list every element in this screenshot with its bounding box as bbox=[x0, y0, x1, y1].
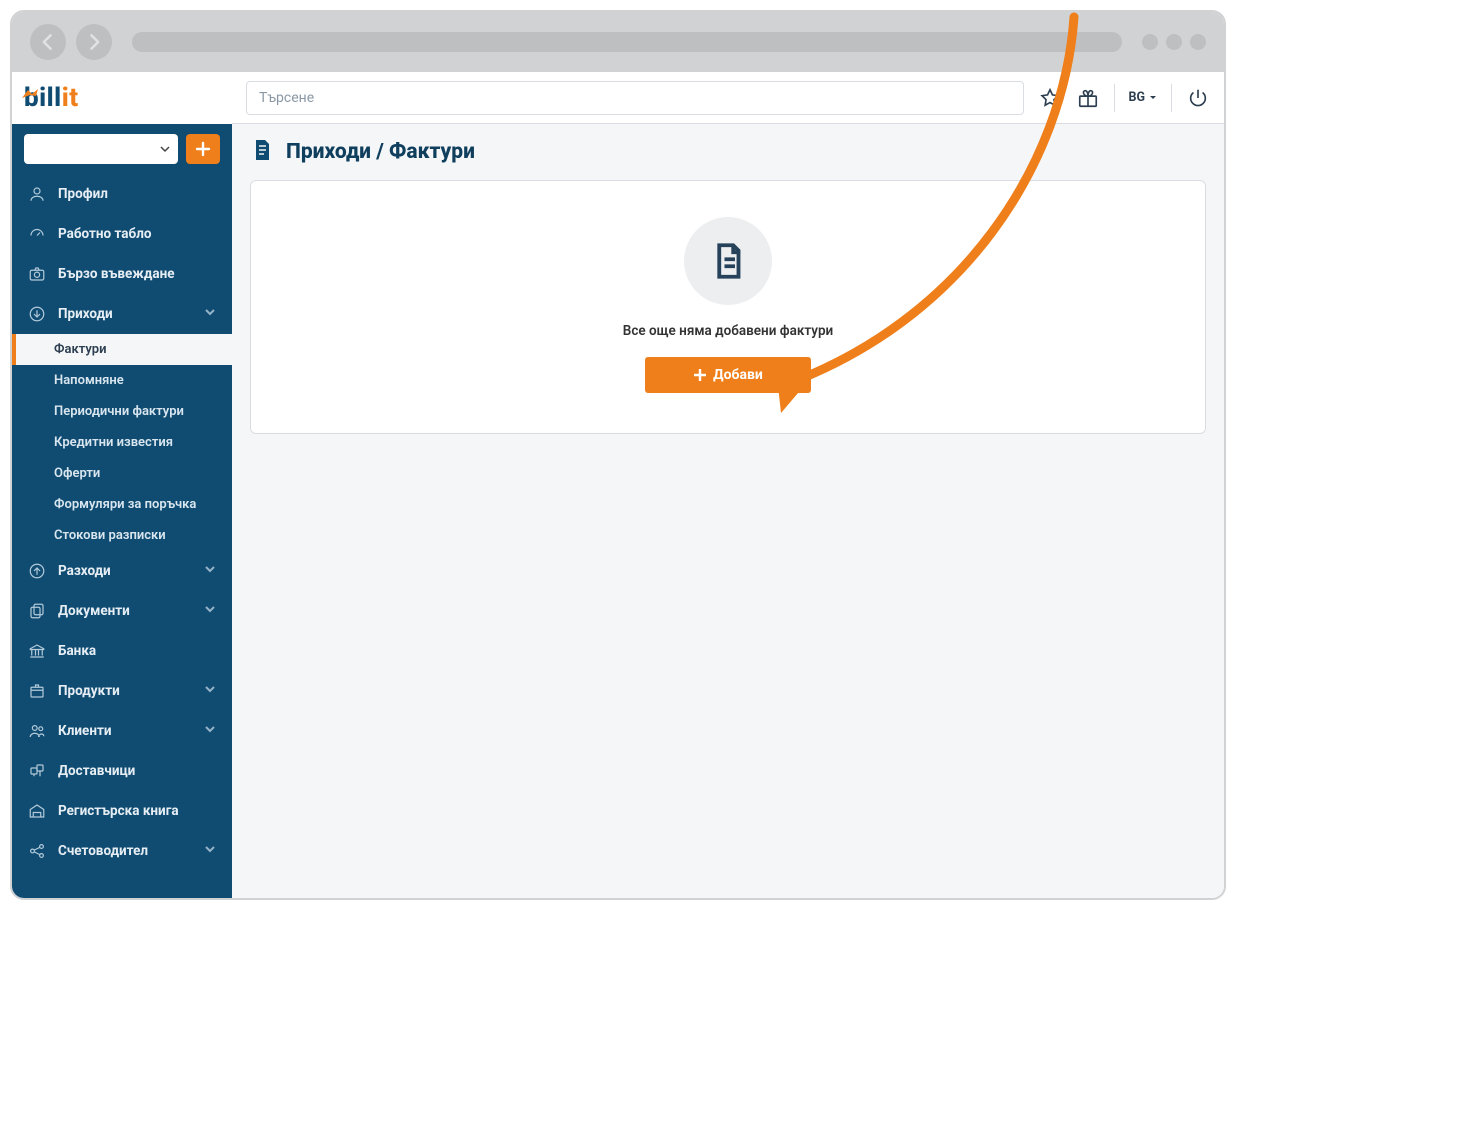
package-icon bbox=[28, 682, 46, 700]
browser-window-controls bbox=[1142, 34, 1206, 50]
company-select[interactable] bbox=[24, 134, 178, 164]
sub-item-credit-notes[interactable]: Кредитни известия bbox=[12, 427, 232, 458]
copy-icon bbox=[28, 602, 46, 620]
nav-item-products[interactable]: Продукти bbox=[12, 671, 232, 711]
nav-item-expenses[interactable]: Разходи bbox=[12, 551, 232, 591]
arrow-up-circle-icon bbox=[28, 562, 46, 580]
nav-label: Профил bbox=[58, 186, 108, 202]
share-icon bbox=[28, 842, 46, 860]
logo-text-ill: ill bbox=[39, 83, 62, 113]
caret-down-icon bbox=[1149, 94, 1157, 102]
search-input[interactable] bbox=[246, 81, 1024, 115]
page-title: Приходи / Фактури bbox=[286, 140, 475, 164]
users-icon bbox=[28, 722, 46, 740]
chevron-down-icon bbox=[204, 723, 216, 739]
nav-item-profile[interactable]: Профил bbox=[12, 174, 232, 214]
empty-state-card: Все още няма добавени фактури Добави bbox=[250, 180, 1206, 434]
nav-label: Документи bbox=[58, 603, 130, 619]
add-button[interactable] bbox=[186, 134, 220, 164]
browser-url-bar[interactable] bbox=[132, 32, 1122, 52]
nav-list: Профил Работно табло Бързо въвеждане При… bbox=[12, 174, 232, 871]
warehouse-icon bbox=[28, 802, 46, 820]
company-row bbox=[12, 124, 232, 174]
nav-label: Продукти bbox=[58, 683, 120, 699]
nav-label: Банка bbox=[58, 643, 96, 659]
nav-sub-income: Фактури Напомняне Периодични фактури Кре… bbox=[12, 334, 232, 551]
cta-label: Добави bbox=[713, 367, 763, 383]
supplier-icon bbox=[28, 762, 46, 780]
bird-icon bbox=[21, 79, 39, 109]
user-icon bbox=[28, 185, 46, 203]
nav-label: Счетоводител bbox=[58, 843, 148, 859]
nav-label: Регистърска книга bbox=[58, 803, 179, 819]
browser-back-button[interactable] bbox=[30, 24, 66, 60]
chevron-down-icon bbox=[204, 683, 216, 699]
logo-bar: billit bbox=[12, 72, 232, 124]
nav-label: Доставчици bbox=[58, 763, 135, 779]
nav-label: Разходи bbox=[58, 563, 111, 579]
chevron-down-icon bbox=[204, 306, 216, 322]
main: BG Приходи / Фактури Все още няма доба bbox=[232, 72, 1224, 898]
divider bbox=[1171, 84, 1172, 112]
nav-item-quick-entry[interactable]: Бързо въвеждане bbox=[12, 254, 232, 294]
empty-state-text: Все още няма добавени фактури bbox=[623, 323, 833, 339]
divider bbox=[1114, 84, 1115, 112]
arrow-down-circle-icon bbox=[28, 305, 46, 323]
nav-item-accountant[interactable]: Счетоводител bbox=[12, 831, 232, 871]
page-head: Приходи / Фактури bbox=[232, 124, 1224, 180]
nav-item-register-book[interactable]: Регистърска книга bbox=[12, 791, 232, 831]
chevron-down-icon bbox=[204, 563, 216, 579]
invoice-icon bbox=[250, 138, 274, 166]
add-invoice-button[interactable]: Добави bbox=[645, 357, 811, 393]
app: billit Профил Работно табло bbox=[12, 72, 1224, 898]
sidebar: billit Профил Работно табло bbox=[12, 72, 232, 898]
window-dot bbox=[1142, 34, 1158, 50]
chevron-down-icon bbox=[204, 843, 216, 859]
browser-forward-button[interactable] bbox=[76, 24, 112, 60]
sub-item-invoices[interactable]: Фактури bbox=[12, 334, 232, 365]
nav-item-suppliers[interactable]: Доставчици bbox=[12, 751, 232, 791]
plus-icon bbox=[693, 368, 707, 382]
document-icon bbox=[684, 217, 772, 305]
bank-icon bbox=[28, 642, 46, 660]
sub-item-order-forms[interactable]: Формуляри за поръчка bbox=[12, 489, 232, 520]
browser-window: billit Профил Работно табло bbox=[10, 10, 1226, 900]
topbar: BG bbox=[232, 72, 1224, 124]
gift-icon[interactable] bbox=[1076, 86, 1100, 110]
dashboard-icon bbox=[28, 225, 46, 243]
sub-item-reminders[interactable]: Напомняне bbox=[12, 365, 232, 396]
logo-text-it: it bbox=[62, 83, 79, 113]
window-dot bbox=[1166, 34, 1182, 50]
nav-item-clients[interactable]: Клиенти bbox=[12, 711, 232, 751]
plus-icon bbox=[195, 141, 211, 157]
logo: billit bbox=[24, 83, 79, 113]
lang-label: BG bbox=[1129, 90, 1146, 105]
sub-item-goods-receipts[interactable]: Стокови разписки bbox=[12, 520, 232, 551]
nav-label: Приходи bbox=[58, 306, 113, 322]
star-icon[interactable] bbox=[1038, 86, 1062, 110]
sub-item-recurring[interactable]: Периодични фактури bbox=[12, 396, 232, 427]
nav-item-dashboard[interactable]: Работно табло bbox=[12, 214, 232, 254]
camera-icon bbox=[28, 265, 46, 283]
window-dot bbox=[1190, 34, 1206, 50]
power-icon[interactable] bbox=[1186, 86, 1210, 110]
chevron-down-icon bbox=[204, 603, 216, 619]
nav-item-documents[interactable]: Документи bbox=[12, 591, 232, 631]
sub-item-offers[interactable]: Оферти bbox=[12, 458, 232, 489]
nav-label: Бързо въвеждане bbox=[58, 266, 175, 282]
nav-item-bank[interactable]: Банка bbox=[12, 631, 232, 671]
language-switch[interactable]: BG bbox=[1129, 90, 1158, 105]
chevron-down-icon bbox=[160, 144, 170, 154]
browser-chrome bbox=[12, 12, 1224, 72]
nav-label: Клиенти bbox=[58, 723, 112, 739]
nav-item-income[interactable]: Приходи bbox=[12, 294, 232, 334]
nav-label: Работно табло bbox=[58, 226, 151, 242]
